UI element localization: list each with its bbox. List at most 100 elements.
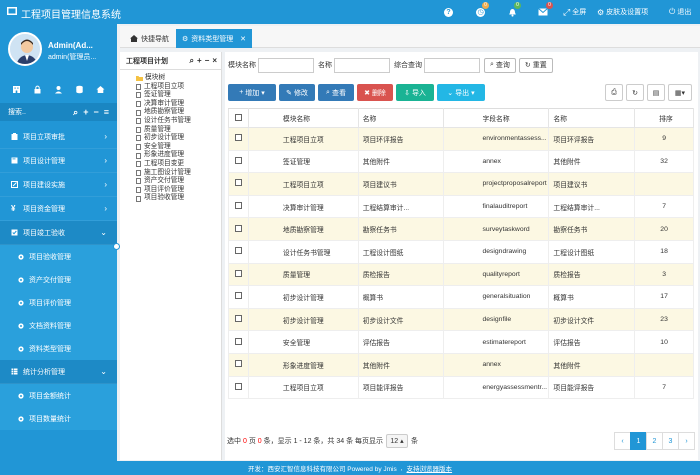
menu-item-approval[interactable]: 项目立项审批 › [0, 125, 117, 149]
row-checkbox-cell[interactable] [228, 307, 249, 332]
combined-query-input[interactable] [424, 57, 480, 73]
table-row[interactable]: 初步设计管理 初步设计文件 designfile 初步设计文件 23 [228, 307, 694, 332]
row-checkbox-cell[interactable] [228, 149, 249, 174]
sidebar-collapse-handle[interactable] [113, 243, 120, 250]
table-row[interactable]: 设计任务书管理 工程设计图纸 designdrawing 工程设计图纸 18 [228, 239, 694, 264]
tab-material-type[interactable]: ⚙ 资料类型管理 ✕ [176, 29, 252, 48]
row-checkbox[interactable] [234, 315, 242, 323]
collapse-all-icon[interactable]: − [93, 107, 98, 118]
submenu-item[interactable]: 文档资料管理 [0, 314, 117, 337]
page-button[interactable]: 3 [662, 432, 679, 450]
row-checkbox[interactable] [234, 269, 242, 277]
user-icon[interactable] [54, 85, 63, 94]
add-button[interactable]: + 增加 ▾ [228, 84, 276, 101]
logout-button[interactable]: ⏻ 退出 [669, 5, 691, 19]
tree-node[interactable]: 施工图设计管理 [136, 169, 221, 178]
module-name-input[interactable] [258, 57, 314, 73]
tree-node[interactable]: 设计任务书管理 [136, 117, 221, 126]
page-size-select[interactable]: 12 ▴ [386, 434, 409, 448]
clock-button[interactable]: ◷ 0 [476, 2, 489, 19]
refresh-button[interactable]: ↻ [626, 84, 644, 101]
menu-item-design[interactable]: 项目设计管理 › [0, 149, 117, 173]
table-row[interactable]: 质量管理 质检报告 qualityreport 质检报告 3 [228, 262, 694, 287]
reset-button[interactable]: ↻ 重置 [518, 57, 553, 73]
row-checkbox[interactable] [234, 382, 242, 390]
row-checkbox[interactable] [234, 134, 242, 142]
name-input[interactable] [334, 57, 390, 73]
tree-root[interactable]: 模块树 [136, 74, 221, 83]
export-button[interactable]: ⌄ 导出 ▾ [437, 84, 485, 101]
row-checkbox-cell[interactable] [228, 239, 249, 264]
row-checkbox-cell[interactable] [228, 352, 249, 377]
row-checkbox-cell[interactable] [228, 194, 249, 219]
avatar[interactable] [8, 32, 42, 66]
row-checkbox[interactable] [234, 156, 242, 164]
building-icon[interactable] [12, 85, 21, 94]
collapse-all-icon[interactable]: − [205, 56, 210, 66]
tree-node[interactable]: 工程项目立项 [136, 83, 221, 92]
table-row[interactable]: 初步设计管理 概算书 generalsituation 概算书 17 [228, 285, 694, 309]
row-checkbox-cell[interactable] [228, 127, 249, 151]
expand-all-icon[interactable]: + [83, 107, 88, 118]
select-all-checkbox[interactable] [234, 113, 242, 121]
column-menu-button[interactable]: ▦▾ [668, 84, 692, 101]
row-checkbox[interactable] [234, 179, 242, 187]
menu-item-statistics[interactable]: 统计分析管理 ⌄ [0, 360, 117, 384]
help-button[interactable]: ? [444, 5, 453, 19]
home-icon[interactable] [96, 85, 105, 94]
table-row[interactable]: 决算审计管理 工程结算审计... finalauditreport 工程结算审计...… [228, 194, 694, 219]
tree-node[interactable]: 质量管理 [136, 126, 221, 135]
tab-home[interactable]: 快捷导航 [124, 29, 175, 48]
submenu-item[interactable]: 项目验收管理 [0, 245, 117, 268]
table-row[interactable]: 工程项目立项 项目环评报告 environmentassess... 项目环评报告 9 [228, 127, 694, 151]
edit-button[interactable]: ✎ 修改 [279, 84, 315, 101]
menu-item-acceptance[interactable]: 项目竣工验收 ⌄ [0, 221, 117, 245]
column-header[interactable]: 模块名称 [247, 108, 359, 128]
tree-node[interactable]: 资产交付管理 [136, 177, 221, 186]
mail-button[interactable]: 0 [538, 2, 553, 19]
next-page-button[interactable]: › [678, 432, 695, 450]
list-icon[interactable]: ≡ [104, 107, 109, 118]
submenu-item[interactable]: 项目评价管理 [0, 291, 117, 314]
browser-support-link[interactable]: 支持浏览器版本 [407, 463, 453, 473]
tree-node[interactable]: 签证管理 [136, 91, 221, 100]
row-checkbox[interactable] [234, 247, 242, 255]
row-checkbox-cell[interactable] [228, 330, 249, 354]
search-icon[interactable]: ⌕ [73, 107, 78, 118]
close-icon[interactable]: ✕ [240, 35, 246, 43]
row-checkbox-cell[interactable] [228, 217, 249, 241]
row-checkbox[interactable] [234, 360, 242, 368]
tree-node[interactable]: 形象进度管理 [136, 151, 221, 160]
expand-all-icon[interactable]: + [197, 56, 202, 66]
row-checkbox-cell[interactable] [228, 262, 249, 287]
toggle-view-button[interactable]: ▤ [647, 84, 665, 101]
tree-node[interactable]: 工程项目变更 [136, 160, 221, 169]
tree-node[interactable]: 地质勘察管理 [136, 108, 221, 117]
bell-button[interactable]: 0 [508, 2, 521, 19]
page-button[interactable]: 1 [630, 432, 647, 450]
submenu-item[interactable]: 资料类型管理 [0, 337, 117, 360]
row-checkbox[interactable] [234, 202, 242, 210]
row-checkbox-cell[interactable] [228, 375, 249, 400]
table-row[interactable]: 工程项目立项 项目建议书 projectproposalreport 项目建议书 [228, 172, 694, 196]
print-button[interactable]: ⎙ [605, 84, 623, 101]
close-icon[interactable]: × [212, 56, 217, 66]
menu-item-construction[interactable]: 项目建设实施 › [0, 173, 117, 197]
table-row[interactable]: 安全管理 评估报告 estimatereport 评估报告 10 [228, 330, 694, 354]
lock-icon[interactable] [33, 85, 42, 94]
sidebar-search-input[interactable]: 搜索.. [8, 107, 26, 117]
table-row[interactable]: 工程项目立项 项目能评报告 energyassessmentr... 项目能评报告 7 [228, 375, 694, 400]
sidebar-search[interactable]: 搜索.. ⌕ + − ≡ [0, 103, 117, 121]
submenu-item[interactable]: 项目数量统计 [0, 407, 117, 430]
table-row[interactable]: 签证管理 其他附件 annex 其他附件 32 [228, 149, 694, 174]
view-button[interactable]: ⌕ 查看 [318, 84, 354, 101]
submenu-item[interactable]: 资产交付管理 [0, 268, 117, 291]
tree-node[interactable]: 初步设计管理 [136, 134, 221, 143]
skin-settings-button[interactable]: ⚙ 皮肤及设置项 [597, 5, 648, 19]
import-button[interactable]: ⇩ 导入 [396, 84, 434, 101]
row-checkbox-cell[interactable] [228, 172, 249, 196]
query-button[interactable]: ⌕ 查询 [484, 57, 516, 73]
select-all-checkbox-cell[interactable] [228, 108, 249, 128]
table-row[interactable]: 地质勘察管理 勘察任务书 surveytaskword 勘察任务书 20 [228, 217, 694, 241]
delete-button[interactable]: ✖ 删除 [357, 84, 393, 101]
